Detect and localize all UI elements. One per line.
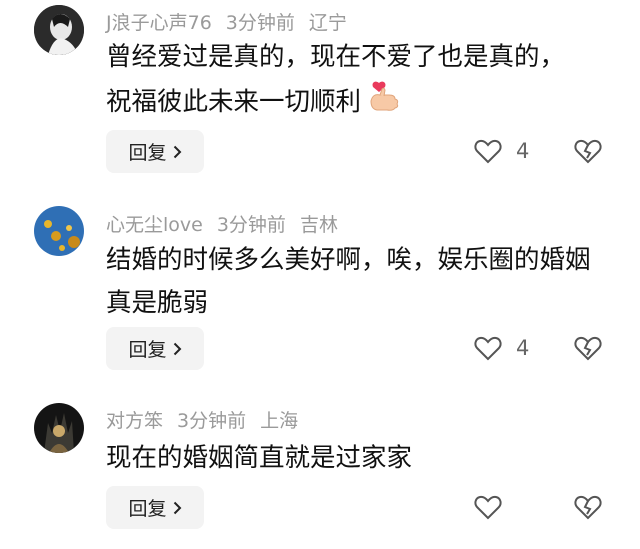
reply-button[interactable]: 回复 (106, 130, 204, 173)
chevron-right-icon (173, 501, 181, 514)
avatar-image (34, 5, 84, 55)
avatar[interactable] (34, 206, 84, 256)
timestamp: 3分钟前 (216, 214, 286, 236)
avatar[interactable] (34, 5, 84, 55)
dislike-button[interactable] (574, 335, 602, 365)
chevron-right-icon (173, 145, 181, 158)
username[interactable]: 对方笨 (106, 410, 163, 432)
avatar[interactable] (34, 403, 84, 453)
dislike-button[interactable] (574, 494, 602, 524)
comment-meta: 心无尘love 3分钟前 吉林 (106, 210, 352, 237)
timestamp: 3分钟前 (177, 410, 247, 432)
reply-button[interactable]: 回复 (106, 327, 204, 370)
location: 辽宁 (308, 12, 347, 34)
comment-text: 曾经爱过是真的，现在不爱了也是真的，祝福彼此未来一切顺利 (106, 36, 576, 127)
broken-heart-icon (574, 139, 602, 164)
like-count: 4 (516, 336, 530, 360)
comment-meta: 对方笨 3分钟前 上海 (106, 406, 312, 433)
like-button[interactable] (474, 494, 502, 520)
avatar-image (34, 403, 84, 453)
comment-text: 结婚的时候多么美好啊，唉，娱乐圈的婚姻真是脆弱 (106, 245, 591, 318)
username[interactable]: 心无尘love (106, 214, 203, 236)
broken-heart-icon (574, 336, 602, 361)
broken-heart-icon (574, 495, 602, 520)
comment-meta: J浪子心声76 3分钟前 辽宁 (106, 8, 361, 35)
like-count: 4 (516, 139, 530, 163)
finger-heart-emoji (367, 79, 401, 127)
comment-text: 现在的婚姻简直就是过家家 (106, 443, 413, 473)
avatar-image (34, 206, 84, 256)
like-button[interactable]: 4 (474, 138, 529, 164)
location: 吉林 (299, 214, 338, 236)
username[interactable]: J浪子心声76 (106, 12, 212, 34)
location: 上海 (260, 410, 299, 432)
timestamp: 3分钟前 (225, 12, 295, 34)
heart-outline-icon (474, 139, 502, 164)
heart-outline-icon (474, 336, 502, 361)
chevron-right-icon (173, 342, 181, 355)
reply-button[interactable]: 回复 (106, 486, 204, 529)
like-button[interactable]: 4 (474, 335, 529, 361)
dislike-button[interactable] (574, 138, 602, 168)
heart-outline-icon (474, 495, 502, 520)
